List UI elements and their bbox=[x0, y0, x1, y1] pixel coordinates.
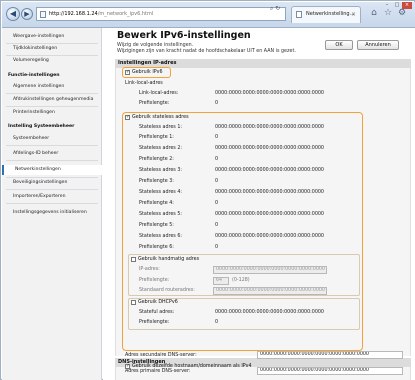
link-local-prefix-value: 0 bbox=[215, 101, 219, 106]
sidebar-divider bbox=[6, 145, 98, 146]
manual-prefix-range: (0-128) bbox=[232, 278, 250, 283]
browser-window: ◀ ▶ http://192.168.1.24/m_network_ipv6.h… bbox=[0, 0, 415, 380]
stateless-row-label: Prefixlengte 5: bbox=[139, 223, 174, 228]
stateless-checkbox[interactable] bbox=[125, 114, 130, 120]
dhcpv6-prefix-label: Prefixlengte: bbox=[139, 320, 170, 325]
stateless-row-value: 0 bbox=[215, 223, 219, 228]
dhcpv6-label: Gebruik DHCPv6 bbox=[138, 300, 178, 305]
sidebar-item-netwerk[interactable]: Netwerkinstellingen bbox=[2, 165, 102, 175]
browser-tab[interactable]: Netwerkinstelling... × bbox=[291, 6, 361, 23]
manual-ip-field[interactable]: 0000:0000:0000:0000:0000:0000:0000:0000 bbox=[213, 266, 327, 274]
tab-close-icon[interactable]: × bbox=[351, 7, 356, 22]
manual-prefix-label: Prefixlengte: bbox=[139, 278, 170, 283]
sidebar-item-volume[interactable]: Volumeregeling bbox=[2, 56, 102, 66]
stateless-row-value: 0000:0000:0000:0000:0000:0000:0000:0000 bbox=[215, 168, 324, 173]
tab-page-icon bbox=[296, 11, 302, 18]
use-ipv6-label: Gebruik IPv6 bbox=[132, 70, 163, 75]
tab-title: Netwerkinstelling... bbox=[306, 11, 355, 17]
sidebar-divider bbox=[6, 189, 98, 190]
page-note: Wijzigingen zijn van kracht nadat de hoo… bbox=[117, 49, 296, 54]
manual-router-field[interactable]: 0000:0000:0000:0000:0000:0000:0000:0000 bbox=[213, 287, 327, 295]
dhcpv6-checkbox[interactable] bbox=[131, 300, 136, 305]
stateless-row-value: 0 bbox=[215, 201, 219, 206]
stateless-row-value: 0000:0000:0000:0000:0000:0000:0000:0000 bbox=[215, 212, 324, 217]
stateless-row-value: 0000:0000:0000:0000:0000:0000:0000:0000 bbox=[215, 234, 324, 239]
sidebar-item-beveiliging[interactable]: Beveiligingsinstellingen bbox=[2, 178, 102, 188]
stateless-row-value: 0 bbox=[215, 179, 219, 184]
stateless-row-value: 0000:0000:0000:0000:0000:0000:0000:0000 bbox=[215, 190, 324, 195]
page-title: Bewerk IPv6-instellingen bbox=[117, 30, 251, 41]
stateless-row-value: 0 bbox=[215, 157, 219, 162]
address-tools-icon[interactable]: ⌕ ↻ bbox=[270, 5, 280, 13]
maximize-icon[interactable]: □ bbox=[392, 2, 402, 9]
dhcpv6-address-value: 0000:0000:0000:0000:0000:0000:0000:0000 bbox=[215, 310, 324, 315]
home-icon[interactable]: ⌂ bbox=[368, 7, 380, 19]
manual-address-checkbox[interactable] bbox=[131, 257, 136, 262]
same-hostname-label: Gebruik dezelfde hostnaam/domeinnaam als… bbox=[132, 364, 252, 369]
stateless-row-label: Stateless adres 3: bbox=[139, 168, 182, 173]
stateless-label: Gebruik stateless adres bbox=[132, 115, 189, 120]
stateless-row-label: Prefixlengte 3: bbox=[139, 179, 174, 184]
sidebar-divider bbox=[6, 203, 98, 204]
address-host: http://192.168.1.24 bbox=[49, 11, 98, 17]
sidebar-item-importeren[interactable]: Importeren/Exporteren bbox=[2, 192, 102, 202]
sidebar-item-initialiseren[interactable]: Instellingsgegevens initialiseren bbox=[2, 208, 102, 218]
close-icon[interactable]: × bbox=[402, 2, 412, 9]
same-hostname-checkbox[interactable] bbox=[125, 363, 130, 369]
use-ipv6-checkbox[interactable] bbox=[125, 69, 130, 75]
dhcpv6-address-label: Stateful adres: bbox=[139, 310, 175, 315]
address-bar[interactable]: http://192.168.1.24/m_network_ipv6.html bbox=[36, 7, 286, 21]
stateless-row-value: 0 bbox=[215, 135, 219, 140]
stateless-row-value: 0 bbox=[215, 245, 219, 250]
sidebar-item-algemeen[interactable]: Algemene instellingen bbox=[2, 82, 102, 92]
page-description: Wijzig de volgende instellingen. bbox=[117, 43, 194, 48]
forward-arrow-icon[interactable]: ▶ bbox=[21, 8, 33, 20]
sidebar-divider bbox=[6, 160, 98, 161]
sidebar: Weergave-instellingen Tijdklokinstelling… bbox=[2, 28, 102, 380]
stateless-row-value: 0000:0000:0000:0000:0000:0000:0000:0000 bbox=[215, 146, 324, 151]
stateless-row-label: Stateless adres 1: bbox=[139, 125, 182, 130]
sidebar-heading-systeembeheer: Instelling Systeembeheer bbox=[8, 124, 75, 129]
sidebar-heading-functie: Functie-instellingen bbox=[8, 73, 60, 78]
window-controls: – □ × bbox=[382, 2, 412, 9]
dns-secondary-field[interactable]: 0000:0000:0000:0000:0000:0000:0000:0000 bbox=[257, 351, 403, 359]
sidebar-item-tijdklok[interactable]: Tijdklokinstellingen bbox=[2, 44, 102, 54]
stateless-row-label: Stateless adres 5: bbox=[139, 212, 182, 217]
dhcpv6-prefix-value: 0 bbox=[215, 320, 219, 325]
link-local-prefix-label: Prefixlengte: bbox=[139, 101, 170, 106]
sidebar-item-printer[interactable]: Printerinstellingen bbox=[2, 108, 102, 118]
dns-primary-label: Adres primaire DNS-server: bbox=[125, 369, 191, 374]
stateless-row-label: Prefixlengte 1: bbox=[139, 135, 174, 140]
sidebar-item-afdelings-id[interactable]: Afdelings-ID beheer bbox=[2, 149, 102, 159]
minimize-icon[interactable]: – bbox=[382, 2, 392, 9]
address-path: /m_network_ipv6.html bbox=[97, 11, 154, 17]
dns-secondary-label: Adres secundaire DNS-server: bbox=[125, 353, 197, 358]
sidebar-item-systeembeheer[interactable]: Systeembeheer bbox=[2, 134, 102, 144]
sidebar-item-afdruk-geheugen[interactable]: Afdrukinstellingen geheugenmedia bbox=[2, 95, 102, 105]
main-content: Bewerk IPv6-instellingen Wijzig de volge… bbox=[103, 28, 415, 380]
browser-toolbar: ◀ ▶ http://192.168.1.24/m_network_ipv6.h… bbox=[2, 2, 415, 28]
sidebar-item-weergave[interactable]: Weergave-instellingen bbox=[2, 32, 102, 42]
manual-address-label: Gebruik handmatig adres bbox=[138, 257, 200, 262]
stateless-row-label: Prefixlengte 2: bbox=[139, 157, 174, 162]
cancel-button[interactable]: Annuleren bbox=[357, 40, 399, 50]
manual-prefix-field[interactable]: 64 bbox=[213, 277, 229, 285]
page-icon bbox=[40, 11, 46, 18]
stateless-row-label: Stateless adres 6: bbox=[139, 234, 182, 239]
manual-ip-label: IP-adres: bbox=[139, 267, 160, 272]
stateless-row-label: Prefixlengte 4: bbox=[139, 201, 174, 206]
stateless-row-value: 0000:0000:0000:0000:0000:0000:0000:0000 bbox=[215, 125, 324, 130]
link-local-address-label: Link-local-adres: bbox=[139, 91, 179, 96]
back-arrow-icon[interactable]: ◀ bbox=[6, 7, 20, 21]
stateless-row-label: Prefixlengte 6: bbox=[139, 245, 174, 250]
link-local-address-value: 0000:0000:0000:0000:0000:0000:0000:0000 bbox=[215, 91, 324, 96]
stateless-row-label: Stateless adres 2: bbox=[139, 146, 182, 151]
stateless-row-label: Stateless adres 4: bbox=[139, 190, 182, 195]
sidebar-divider bbox=[6, 106, 98, 107]
ok-button[interactable]: OK bbox=[325, 40, 353, 50]
link-local-heading: Link-local-adres bbox=[125, 81, 163, 86]
sidebar-divider bbox=[6, 93, 98, 94]
dns-primary-field[interactable]: 0000:0000:0000:0000:0000:0000:0000:0000 bbox=[257, 367, 403, 375]
manual-router-label: Standaard routeradres: bbox=[139, 288, 195, 293]
